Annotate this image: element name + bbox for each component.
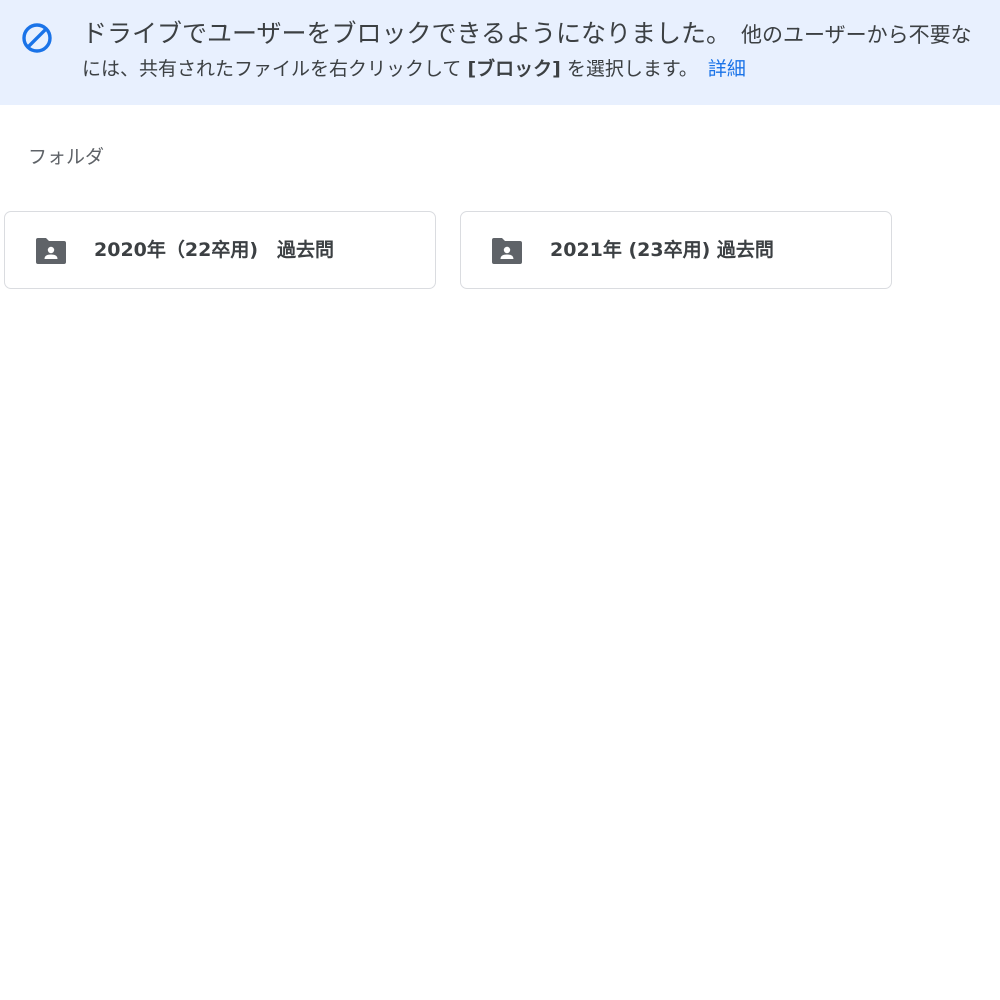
- folder-card-2021[interactable]: 2021年 (23卒用) 過去問: [460, 211, 892, 289]
- learn-more-link[interactable]: 詳細: [708, 58, 746, 80]
- folder-card-2020[interactable]: 2020年（22卒用) 過去問: [4, 211, 436, 289]
- banner-headline: ドライブでユーザーをブロックできるようになりました。: [82, 19, 732, 48]
- banner-message-line2: には、共有されたファイルを右クリックして [ブロック] を選択します。 詳細: [82, 55, 746, 83]
- shared-folder-icon: [492, 238, 522, 264]
- folders-section-title: フォルダ: [28, 146, 105, 168]
- banner-instruction-end: を選択します。: [566, 58, 698, 80]
- shared-folder-icon: [36, 238, 66, 264]
- banner-description-start: 他のユーザーから不要な: [741, 23, 972, 47]
- block-menu-label: [ブロック]: [467, 58, 561, 80]
- banner-instruction: には、共有されたファイルを右クリックして: [82, 58, 462, 80]
- notification-banner: ドライブでユーザーをブロックできるようになりました。 他のユーザーから不要な には…: [0, 0, 1000, 105]
- block-icon: [22, 23, 52, 53]
- folder-name: 2020年（22卒用) 過去問: [94, 239, 335, 261]
- banner-message-line1: ドライブでユーザーをブロックできるようになりました。 他のユーザーから不要な: [82, 18, 972, 51]
- folder-name: 2021年 (23卒用) 過去問: [550, 239, 774, 261]
